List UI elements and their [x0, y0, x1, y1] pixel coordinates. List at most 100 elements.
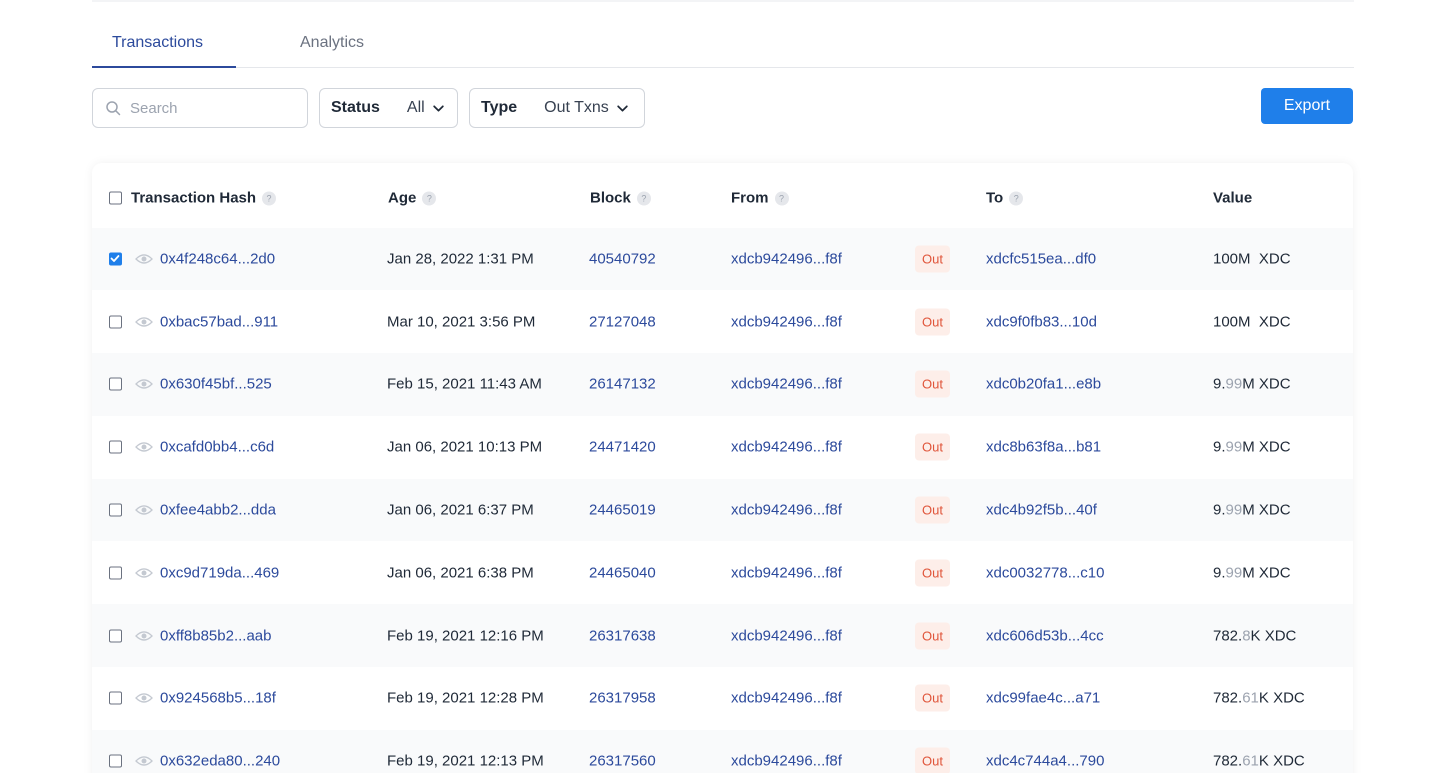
from-address-link[interactable]: xdcb942496...f8f [731, 376, 842, 393]
tx-hash-link[interactable]: 0xcafd0bb4...c6d [160, 439, 274, 456]
block-link[interactable]: 26317958 [589, 690, 656, 707]
table-row[interactable]: 0x632eda80...240 Feb 19, 2021 12:13 PM 263… [92, 729, 1353, 773]
header-value: Value [1213, 189, 1253, 207]
row-checkbox[interactable] [109, 252, 122, 266]
search-icon [106, 101, 121, 116]
help-icon[interactable]: ? [262, 191, 277, 206]
to-address-link[interactable]: xdcfc515ea...df0 [986, 250, 1096, 267]
header-to: To? [986, 190, 1024, 207]
from-address-link[interactable]: xdcb942496...f8f [731, 502, 842, 519]
direction-badge: Out [915, 747, 950, 773]
row-checkbox[interactable] [109, 566, 122, 580]
from-address-link[interactable]: xdcb942496...f8f [731, 250, 842, 267]
row-checkbox[interactable] [109, 629, 122, 643]
search-box[interactable] [92, 88, 308, 128]
row-checkbox[interactable] [109, 377, 122, 391]
to-address-link[interactable]: xdc0b20fa1...e8b [986, 376, 1101, 393]
eye-icon[interactable] [135, 441, 153, 453]
select-all-checkbox[interactable] [109, 191, 122, 205]
eye-icon[interactable] [135, 692, 153, 704]
tx-hash-link[interactable]: 0x4f248c64...2d0 [160, 250, 275, 267]
type-filter-label: Type [481, 99, 518, 116]
value-main: 9. [1213, 438, 1226, 456]
table-row[interactable]: 0xc9d719da...469 Jan 06, 2021 6:38 PM 2446… [92, 542, 1353, 605]
tab-bar: Transactions Analytics [92, 24, 1354, 68]
block-link[interactable]: 26317560 [589, 753, 656, 770]
header-from-label: From [731, 189, 769, 207]
to-address-link[interactable]: xdc9f0fb83...10d [986, 313, 1097, 330]
eye-icon[interactable] [135, 567, 153, 579]
row-checkbox[interactable] [109, 315, 122, 329]
eye-icon[interactable] [135, 630, 153, 642]
type-filter-value: Out Txns [544, 99, 609, 116]
help-icon[interactable]: ? [1009, 191, 1024, 206]
tx-hash-link[interactable]: 0x630f45bf...525 [160, 376, 272, 393]
tx-hash-link[interactable]: 0xc9d719da...469 [160, 564, 279, 581]
tx-hash-link[interactable]: 0x632eda80...240 [160, 753, 280, 770]
eye-icon[interactable] [135, 504, 153, 516]
block-link[interactable]: 40540792 [589, 250, 656, 267]
help-icon[interactable]: ? [774, 191, 789, 206]
direction-badge: Out [915, 684, 950, 712]
header-age: Age? [388, 190, 437, 207]
to-address-link[interactable]: xdc99fae4c...a71 [986, 690, 1100, 707]
from-address-link[interactable]: xdcb942496...f8f [731, 313, 842, 330]
table-row[interactable]: 0xff8b85b2...aab Feb 19, 2021 12:16 PM 263… [92, 604, 1353, 668]
direction-badge: Out [915, 622, 950, 650]
value-unit: XDC [1258, 313, 1291, 331]
from-address-link[interactable]: xdcb942496...f8f [731, 564, 842, 581]
row-checkbox[interactable] [109, 440, 122, 454]
from-address-link[interactable]: xdcb942496...f8f [731, 439, 842, 456]
table-row[interactable]: 0x4f248c64...2d0 Jan 28, 2022 1:31 PM 4054… [92, 227, 1353, 291]
tx-hash-link[interactable]: 0x924568b5...18f [160, 690, 276, 707]
tx-hash-link[interactable]: 0xfee4abb2...dda [160, 502, 276, 519]
eye-icon[interactable] [135, 253, 153, 265]
value-decimals: 61 [1242, 752, 1259, 770]
tab-transactions[interactable]: Transactions [112, 34, 203, 52]
from-address-link[interactable]: xdcb942496...f8f [731, 753, 842, 770]
to-address-link[interactable]: xdc8b63f8a...b81 [986, 439, 1101, 456]
status-filter[interactable]: Status All [319, 88, 458, 128]
eye-icon[interactable] [135, 755, 153, 767]
block-link[interactable]: 26147132 [589, 376, 656, 393]
table-row[interactable]: 0x630f45bf...525 Feb 15, 2021 11:43 AM 261… [92, 353, 1353, 416]
row-checkbox[interactable] [109, 754, 122, 768]
to-address-link[interactable]: xdc4b92f5b...40f [986, 502, 1097, 519]
block-link[interactable]: 24465040 [589, 564, 656, 581]
value-decimals: 8 [1242, 627, 1251, 645]
help-icon[interactable]: ? [636, 191, 651, 206]
help-icon[interactable]: ? [422, 191, 437, 206]
to-address-link[interactable]: xdc4c744a4...790 [986, 753, 1104, 770]
block-link[interactable]: 24465019 [589, 502, 656, 519]
tx-age: Jan 06, 2021 10:13 PM [387, 438, 543, 456]
block-link[interactable]: 27127048 [589, 313, 656, 330]
table-row[interactable]: 0xbac57bad...911 Mar 10, 2021 3:56 PM 2712… [92, 290, 1353, 353]
table-row[interactable]: 0xcafd0bb4...c6d Jan 06, 2021 10:13 PM 244… [92, 416, 1353, 479]
value-separator [1251, 250, 1259, 267]
search-input[interactable] [130, 99, 300, 117]
table-row[interactable]: 0x924568b5...18f Feb 19, 2021 12:28 PM 263… [92, 667, 1353, 730]
tx-value: 9.99M XDC [1213, 439, 1291, 456]
row-checkbox[interactable] [109, 691, 122, 705]
tx-hash-link[interactable]: 0xff8b85b2...aab [160, 627, 272, 644]
block-link[interactable]: 24471420 [589, 439, 656, 456]
tx-value: 782.61K XDC [1213, 690, 1305, 707]
from-address-link[interactable]: xdcb942496...f8f [731, 690, 842, 707]
tx-age: Jan 06, 2021 6:38 PM [387, 564, 534, 582]
value-decimals: 99 [1225, 564, 1243, 582]
tx-hash-link[interactable]: 0xbac57bad...911 [160, 313, 278, 330]
eye-icon[interactable] [135, 316, 153, 328]
to-address-link[interactable]: xdc606d53b...4cc [986, 627, 1104, 644]
export-button[interactable]: Export [1261, 88, 1353, 124]
value-unit: K XDC [1250, 627, 1297, 645]
to-address-link[interactable]: xdc0032778...c10 [986, 564, 1104, 581]
table-row[interactable]: 0xfee4abb2...dda Jan 06, 2021 6:37 PM 2446… [92, 478, 1353, 542]
block-link[interactable]: 26317638 [589, 627, 656, 644]
value-unit: M XDC [1242, 438, 1291, 456]
eye-icon[interactable] [135, 378, 153, 390]
tx-value: 9.99M XDC [1213, 564, 1291, 581]
from-address-link[interactable]: xdcb942496...f8f [731, 627, 842, 644]
row-checkbox[interactable] [109, 503, 122, 517]
type-filter[interactable]: Type Out Txns [469, 88, 645, 128]
tab-analytics[interactable]: Analytics [300, 34, 364, 52]
